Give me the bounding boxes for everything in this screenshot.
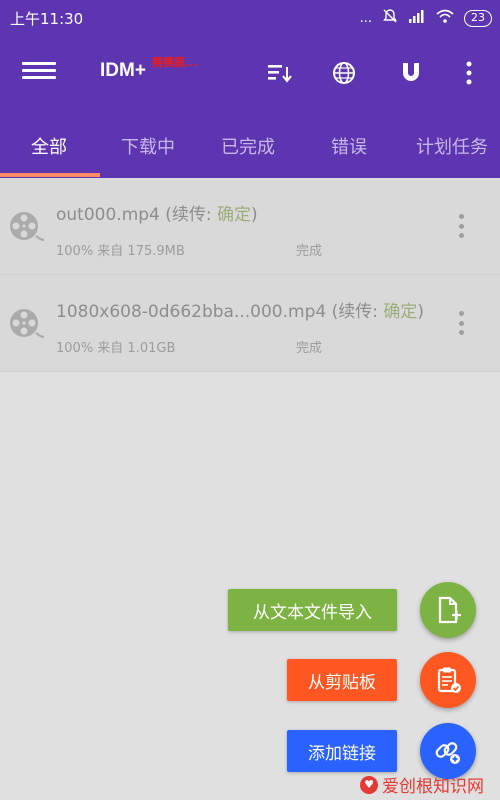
status-time: 上午11:30 — [10, 10, 84, 28]
item-more-icon[interactable] — [454, 214, 468, 238]
browser-globe-icon[interactable] — [327, 56, 361, 90]
import-file-icon[interactable] — [420, 582, 476, 638]
magnet-icon[interactable] — [394, 56, 428, 90]
download-filename-line: out000.mp4 (续传: 确定) — [56, 200, 258, 225]
download-list: out000.mp4 (续传: 确定) 100% 来自 175.9MB 完成 1… — [0, 178, 500, 372]
more-vert-icon[interactable] — [452, 56, 486, 90]
resume-suffix: ) — [417, 302, 425, 322]
download-item[interactable]: out000.mp4 (续传: 确定) 100% 来自 175.9MB 完成 — [0, 178, 500, 275]
resume-value: 确定 — [383, 302, 418, 322]
resume-suffix: ) — [251, 205, 258, 225]
download-status: 完成 — [296, 244, 323, 259]
battery-level: 23 — [464, 9, 492, 27]
film-reel-icon — [8, 306, 45, 342]
app-title-badge: 赛赛蔬... — [152, 56, 198, 69]
tab-indicator — [0, 173, 100, 177]
download-filename: 1080x608-0d662bba...000.mp4 — [56, 302, 327, 322]
mute-bell-icon — [382, 8, 398, 28]
tab-bar: 全部 下载中 已完成 错误 计划任务 — [0, 110, 500, 178]
import-from-text-file-button[interactable]: 从文本文件导入 — [228, 589, 397, 631]
sort-icon[interactable] — [262, 56, 296, 90]
wifi-icon — [436, 9, 454, 27]
signal-icon — [408, 9, 426, 27]
resume-prefix: (续传: — [326, 302, 384, 322]
watermark-text: 爱创根知识网 — [382, 777, 484, 797]
notification-dots: ... — [359, 10, 372, 26]
app-bar: IDM+ 赛赛蔬... — [0, 36, 500, 110]
download-progress: 100% 来自 175.9MB — [56, 244, 185, 259]
clipboard-icon[interactable] — [420, 652, 476, 708]
resume-value: 确定 — [217, 205, 252, 225]
tab-all[interactable]: 全部 — [31, 133, 67, 159]
add-link-icon[interactable] — [420, 723, 476, 779]
download-progress: 100% 来自 1.01GB — [56, 341, 176, 356]
download-filename-line: 1080x608-0d662bba...000.mp4 (续传: 确定) — [56, 297, 424, 322]
download-status: 完成 — [296, 341, 323, 356]
resume-prefix: (续传: — [159, 205, 218, 225]
download-item[interactable]: 1080x608-0d662bba...000.mp4 (续传: 确定) 100… — [0, 275, 500, 372]
status-icons: ... 23 — [360, 8, 492, 28]
add-link-button[interactable]: 添加链接 — [287, 730, 397, 772]
film-reel-icon — [8, 209, 45, 245]
item-more-icon[interactable] — [454, 311, 468, 335]
app-title: IDM+ — [100, 60, 146, 81]
tab-scheduled[interactable]: 计划任务 — [416, 133, 488, 159]
download-filename: out000.mp4 — [56, 205, 160, 225]
watermark-logo-icon: ♥ — [360, 775, 378, 794]
watermark: ♥ 爱创根知识网 — [360, 772, 484, 797]
tab-errors[interactable]: 错误 — [331, 133, 367, 159]
status-bar: 上午11:30 ... 23 — [0, 0, 500, 36]
tab-downloading[interactable]: 下载中 — [121, 133, 175, 159]
tab-completed[interactable]: 已完成 — [221, 133, 275, 159]
from-clipboard-button[interactable]: 从剪贴板 — [287, 659, 397, 701]
hamburger-menu-icon[interactable] — [22, 58, 56, 88]
